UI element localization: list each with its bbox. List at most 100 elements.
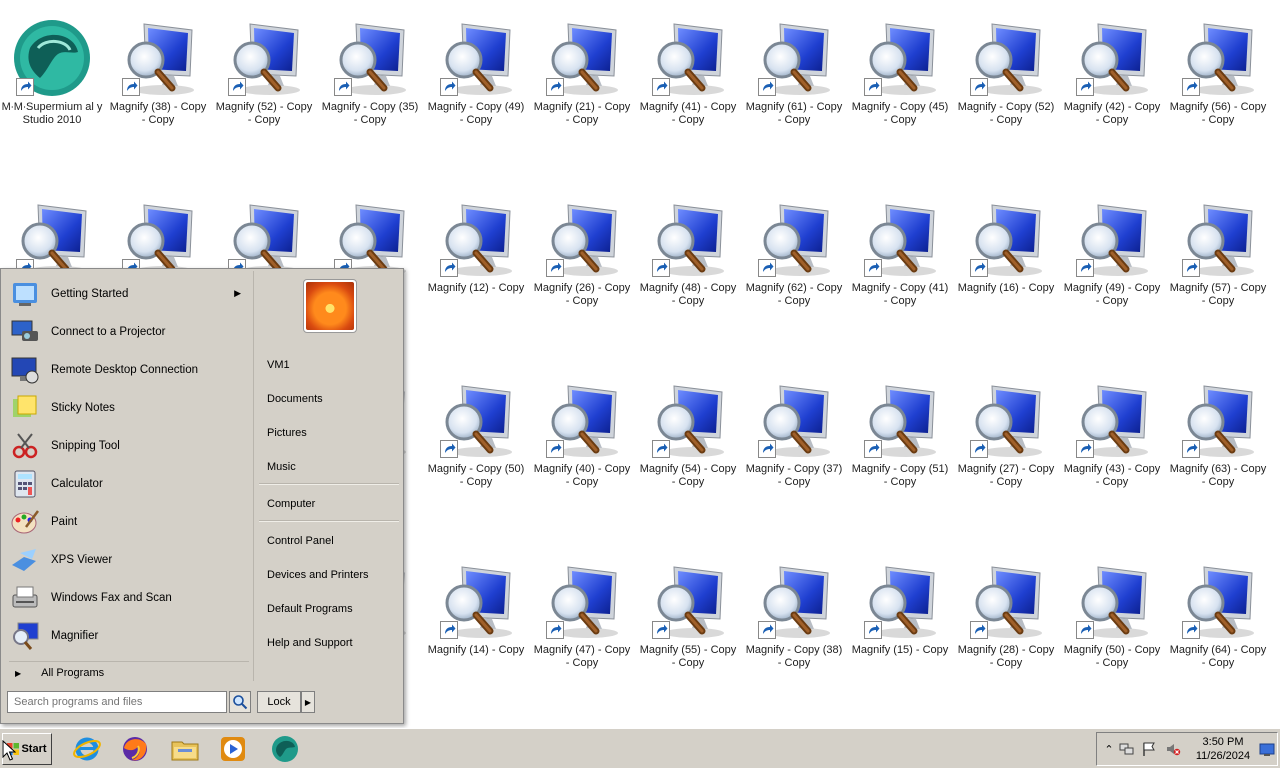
search-button[interactable] (229, 691, 251, 713)
help-support-link[interactable]: Help and Support (267, 637, 353, 649)
magnify-shortcut[interactable]: Magnify - Copy (51) - Copy (848, 374, 952, 524)
magnifier-icon (1072, 561, 1152, 641)
file-explorer-icon[interactable] (168, 732, 202, 766)
magnify-shortcut[interactable]: Magnify (12) - Copy (424, 193, 528, 343)
show-desktop-icon[interactable] (1259, 741, 1275, 757)
magnifier-icon (860, 561, 940, 641)
shortcut-arrow-icon (440, 259, 458, 277)
firefox-icon[interactable] (118, 732, 152, 766)
computer-link[interactable]: Computer (267, 498, 315, 510)
start-menu-item[interactable]: Getting Started ▶ (9, 277, 249, 311)
magnify-shortcut[interactable]: Magnify (42) - Copy - Copy (1060, 12, 1164, 162)
lock-button[interactable]: Lock (257, 691, 301, 713)
shortcut-arrow-icon (652, 621, 670, 639)
shortcut-arrow-icon (440, 78, 458, 96)
magnify-shortcut[interactable]: Magnify (38) - Copy - Copy (106, 12, 210, 162)
magnifier-icon (648, 380, 728, 460)
clock[interactable]: 3:50 PM 11/26/2024 (1193, 735, 1253, 763)
separator (259, 483, 399, 485)
icon-label: Magnify (49) - Copy - Copy (1063, 282, 1161, 307)
magnifier-icon (754, 199, 834, 279)
magnify-shortcut[interactable]: Magnify - Copy (41) - Copy (848, 193, 952, 343)
magnify-shortcut[interactable]: Magnify (47) - Copy - Copy (530, 555, 634, 705)
start-menu-item[interactable]: Windows Fax and Scan (9, 581, 249, 615)
magnify-shortcut[interactable]: Magnify (55) - Copy - Copy (636, 555, 740, 705)
music-link[interactable]: Music (267, 461, 296, 473)
user-folder-link[interactable]: VM1 (267, 359, 290, 371)
action-center-flag-icon[interactable] (1141, 741, 1157, 757)
shortcut-arrow-icon (1076, 259, 1094, 277)
search-icon (233, 695, 248, 710)
start-menu-item-label: Getting Started (51, 288, 129, 300)
magnify-shortcut[interactable]: Magnify (64) - Copy - Copy (1166, 555, 1270, 705)
control-panel-link[interactable]: Control Panel (267, 535, 334, 547)
start-menu-item[interactable]: Sticky Notes (9, 391, 249, 425)
shortcut-arrow-icon (758, 621, 776, 639)
all-programs-button[interactable]: ▶ All Programs (9, 661, 249, 684)
shortcut-arrow-icon (758, 440, 776, 458)
supermium-shortcut[interactable]: M∙M∙Supermium al y Studio 2010 (0, 12, 104, 162)
magnify-shortcut[interactable]: Magnify (43) - Copy - Copy (1060, 374, 1164, 524)
volume-muted-icon[interactable] (1165, 741, 1181, 757)
magnify-shortcut[interactable]: Magnify (41) - Copy - Copy (636, 12, 740, 162)
devices-printers-link[interactable]: Devices and Printers (267, 569, 369, 581)
magnifier-icon (860, 18, 940, 98)
shortcut-arrow-icon (546, 440, 564, 458)
start-menu-item[interactable]: Snipping Tool (9, 429, 249, 463)
magnify-shortcut[interactable]: Magnify (15) - Copy (848, 555, 952, 705)
start-menu-item[interactable]: Remote Desktop Connection (9, 353, 249, 387)
magnify-shortcut[interactable]: Magnify (63) - Copy - Copy (1166, 374, 1270, 524)
start-menu-item[interactable]: Magnifier (9, 619, 249, 653)
search-input[interactable] (7, 691, 227, 713)
magnify-shortcut[interactable]: Magnify (49) - Copy - Copy (1060, 193, 1164, 343)
magnify-shortcut[interactable]: Magnify (62) - Copy - Copy (742, 193, 846, 343)
magnify-shortcut[interactable]: Magnify (61) - Copy - Copy (742, 12, 846, 162)
start-menu-item[interactable]: Connect to a Projector (9, 315, 249, 349)
magnify-shortcut[interactable]: Magnify (54) - Copy - Copy (636, 374, 740, 524)
magnify-shortcut[interactable]: Magnify (28) - Copy - Copy (954, 555, 1058, 705)
magnify-shortcut[interactable]: Magnify (26) - Copy - Copy (530, 193, 634, 343)
magnify-shortcut[interactable]: Magnify - Copy (52) - Copy (954, 12, 1058, 162)
media-player-icon[interactable] (216, 732, 250, 766)
magnifier-icon (542, 199, 622, 279)
network-icon[interactable] (1119, 741, 1135, 757)
magnify-shortcut[interactable]: Magnify - Copy (37) - Copy (742, 374, 846, 524)
chevron-right-icon: ▶ (304, 697, 312, 707)
start-menu-item[interactable]: XPS Viewer (9, 543, 249, 577)
magnify-shortcut[interactable]: Magnify (52) - Copy - Copy (212, 12, 316, 162)
internet-explorer-icon[interactable] (70, 732, 104, 766)
start-label: Start (21, 743, 47, 755)
start-menu-item[interactable]: Calculator (9, 467, 249, 501)
magnify-shortcut[interactable]: Magnify (48) - Copy - Copy (636, 193, 740, 343)
user-picture[interactable] (303, 279, 357, 333)
show-hidden-icons-button[interactable]: ⌃ (1101, 741, 1117, 757)
start-menu-item-label: Remote Desktop Connection (51, 364, 199, 376)
shortcut-arrow-icon (1182, 621, 1200, 639)
start-menu-item[interactable]: Paint (9, 505, 249, 539)
shortcut-arrow-icon (228, 78, 246, 96)
magnify-shortcut[interactable]: Magnify (50) - Copy - Copy (1060, 555, 1164, 705)
magnify-shortcut[interactable]: Magnify (14) - Copy (424, 555, 528, 705)
lock-options-button[interactable]: ▶ (301, 691, 315, 713)
magnify-shortcut[interactable]: Magnify - Copy (35) - Copy (318, 12, 422, 162)
magnify-shortcut[interactable]: Magnify - Copy (38) - Copy (742, 555, 846, 705)
supermium-icon[interactable] (268, 732, 302, 766)
xps-viewer-icon (9, 544, 41, 576)
default-programs-link[interactable]: Default Programs (267, 603, 353, 615)
magnify-shortcut[interactable]: Magnify (27) - Copy - Copy (954, 374, 1058, 524)
icon-label: Magnify (12) - Copy (427, 282, 525, 294)
shortcut-arrow-icon (864, 78, 882, 96)
magnify-shortcut[interactable]: Magnify (40) - Copy - Copy (530, 374, 634, 524)
magnify-shortcut[interactable]: Magnify - Copy (50) - Copy (424, 374, 528, 524)
magnifier-icon (542, 18, 622, 98)
icon-label: Magnify (16) - Copy (957, 282, 1055, 294)
magnify-shortcut[interactable]: Magnify (56) - Copy - Copy (1166, 12, 1270, 162)
magnify-shortcut[interactable]: Magnify (21) - Copy - Copy (530, 12, 634, 162)
magnify-shortcut[interactable]: Magnify - Copy (45) - Copy (848, 12, 952, 162)
clock-time: 3:50 PM (1202, 736, 1244, 748)
magnify-shortcut[interactable]: Magnify - Copy (49) - Copy (424, 12, 528, 162)
pictures-link[interactable]: Pictures (267, 427, 307, 439)
magnify-shortcut[interactable]: Magnify (57) - Copy - Copy (1166, 193, 1270, 343)
documents-link[interactable]: Documents (267, 393, 323, 405)
magnify-shortcut[interactable]: Magnify (16) - Copy (954, 193, 1058, 343)
